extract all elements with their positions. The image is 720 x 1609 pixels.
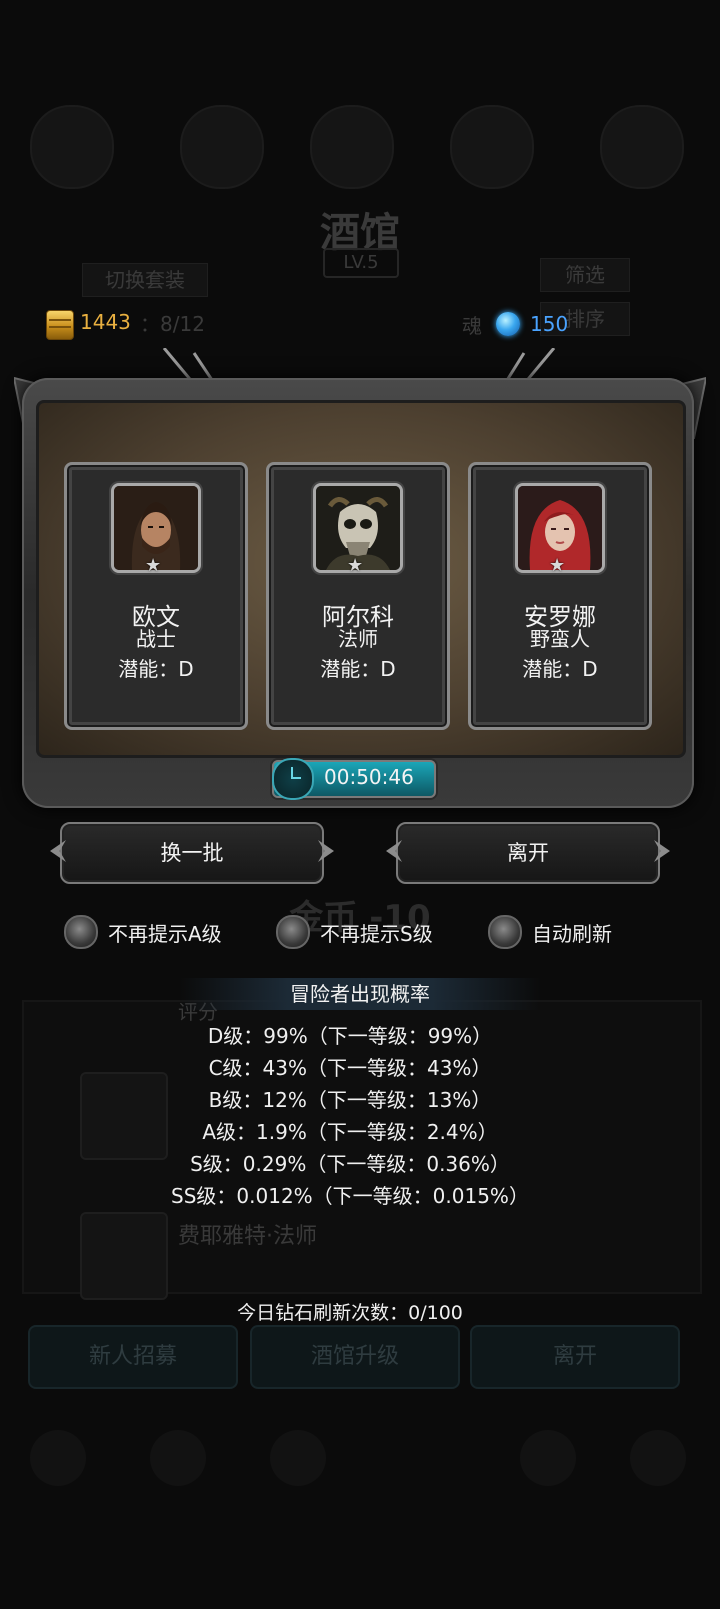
- star-icon: ★: [549, 555, 566, 576]
- background-top-icons: [30, 105, 690, 195]
- tavern-level: LV.5: [323, 248, 399, 278]
- option-label: 不再提示S级: [320, 922, 433, 946]
- gem-amount: 150: [530, 312, 569, 336]
- radio-toggle[interactable]: [488, 915, 522, 949]
- soul-label: 魂: [462, 314, 482, 338]
- hero-card-3[interactable]: ★ 安罗娜 野蛮人 潜能：D: [468, 462, 652, 730]
- hero-class: 战士: [136, 627, 176, 651]
- bg-menu-icon: [310, 105, 394, 189]
- probability-line-s: S级：0.29%（下一等级：0.36%）: [190, 1152, 510, 1176]
- bg-menu-icon: [600, 105, 684, 189]
- hero-card-2[interactable]: ★ 阿尔科 法师 潜能：D: [266, 462, 450, 730]
- refresh-batch-button[interactable]: 换一批: [60, 822, 324, 884]
- diamond-gem-icon: [496, 312, 520, 336]
- probability-title: 冒险者出现概率: [180, 978, 540, 1010]
- timer-text: 00:50:46: [324, 765, 414, 789]
- bg-menu-icon: [180, 105, 264, 189]
- hero-card-1[interactable]: ★ 欧文 战士 潜能：D: [64, 462, 248, 730]
- option-hide-a-rank[interactable]: 不再提示A级: [64, 915, 244, 949]
- gold-coin-icon: [46, 310, 74, 340]
- hero-class: 野蛮人: [530, 627, 590, 651]
- switch-outfit-button: 切换套装: [82, 263, 208, 297]
- hero-potential: 潜能：D: [118, 657, 194, 681]
- bg-recruit-button: 新人招募: [28, 1325, 238, 1389]
- hero-potential: 潜能：D: [320, 657, 396, 681]
- gold-amount: 1443: [80, 310, 131, 334]
- option-label: 不再提示A级: [108, 922, 222, 946]
- star-icon: ★: [347, 555, 364, 576]
- option-hide-s-rank[interactable]: 不再提示S级: [276, 915, 456, 949]
- bg-leave-button: 离开: [470, 1325, 680, 1389]
- probability-line-b: B级：12%（下一等级：13%）: [208, 1088, 492, 1112]
- bg-nav-icon: [520, 1430, 576, 1486]
- radio-toggle[interactable]: [276, 915, 310, 949]
- radio-toggle[interactable]: [64, 915, 98, 949]
- option-label: 自动刷新: [532, 922, 612, 946]
- leave-button[interactable]: 离开: [396, 822, 660, 884]
- diamond-refresh-count: 今日钻石刷新次数：0/100: [237, 1302, 463, 1324]
- capacity-value: ：8/12: [140, 312, 205, 336]
- bg-upgrade-button: 酒馆升级: [250, 1325, 460, 1389]
- hero-class: 法师: [338, 627, 378, 651]
- bg-nav-icon: [150, 1430, 206, 1486]
- probability-line-c: C级：43%（下一等级：43%）: [208, 1056, 492, 1080]
- bg-row-name: 费耶雅特·法师: [178, 1224, 317, 1249]
- filter-button: 筛选: [540, 258, 630, 292]
- probability-line-a: A级：1.9%（下一等级：2.4%）: [202, 1120, 498, 1144]
- probability-line-ss: SS级：0.012%（下一等级：0.015%）: [171, 1184, 529, 1208]
- hero-potential: 潜能：D: [522, 657, 598, 681]
- clock-icon: [272, 758, 314, 800]
- background-bottom-nav: [0, 1420, 720, 1490]
- option-auto-refresh[interactable]: 自动刷新: [488, 915, 638, 949]
- bg-nav-icon: [630, 1430, 686, 1486]
- bg-menu-icon: [30, 105, 114, 189]
- probability-line-d: D级：99%（下一等级：99%）: [207, 1024, 493, 1048]
- bg-list-thumb: [80, 1212, 168, 1300]
- refresh-timer: 00:50:46: [272, 758, 436, 800]
- bg-menu-icon: [450, 105, 534, 189]
- bg-nav-icon: [30, 1430, 86, 1486]
- star-icon: ★: [145, 555, 162, 576]
- bg-nav-icon: [270, 1430, 326, 1486]
